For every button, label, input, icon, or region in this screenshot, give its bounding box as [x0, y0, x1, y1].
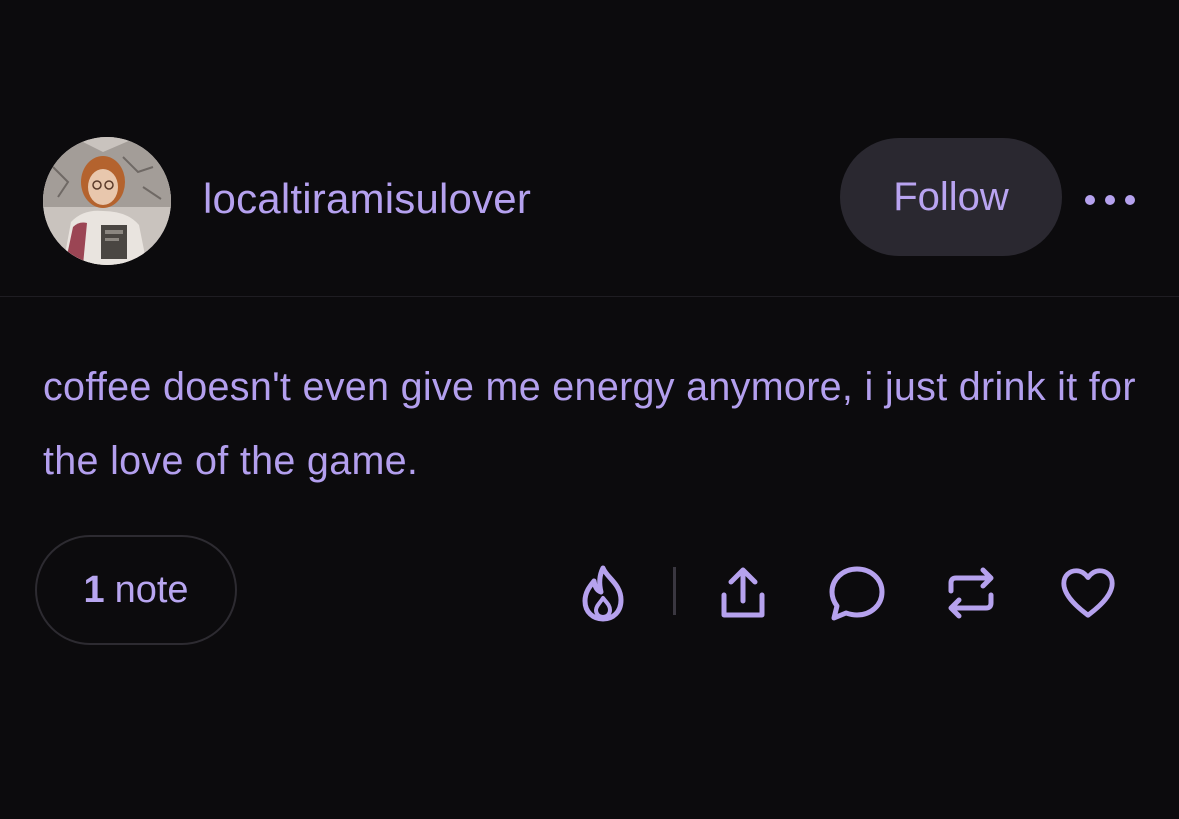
share-icon[interactable]: [713, 563, 773, 623]
reblog-icon[interactable]: [941, 563, 1001, 623]
notes-label: note: [114, 568, 189, 611]
divider: [0, 296, 1179, 297]
notes-button[interactable]: 1 note: [35, 535, 237, 645]
notes-count: 1: [83, 568, 105, 611]
reply-icon[interactable]: [827, 563, 887, 623]
avatar[interactable]: [43, 137, 171, 265]
post-content: coffee doesn't even give me energy anymo…: [43, 365, 1136, 483]
follow-button[interactable]: Follow: [840, 138, 1062, 256]
flame-icon[interactable]: [573, 563, 633, 623]
dot-icon: [1105, 195, 1115, 205]
dot-icon: [1125, 195, 1135, 205]
heart-icon[interactable]: [1058, 563, 1118, 623]
post-card: localtiramisulover Follow coffee doesn't…: [0, 0, 1179, 819]
dot-icon: [1085, 195, 1095, 205]
username[interactable]: localtiramisulover: [203, 175, 531, 223]
post-header: localtiramisulover Follow: [0, 130, 1179, 270]
post-footer: 1 note: [0, 535, 1179, 650]
separator: [673, 567, 676, 615]
more-options-icon[interactable]: [1085, 185, 1135, 215]
